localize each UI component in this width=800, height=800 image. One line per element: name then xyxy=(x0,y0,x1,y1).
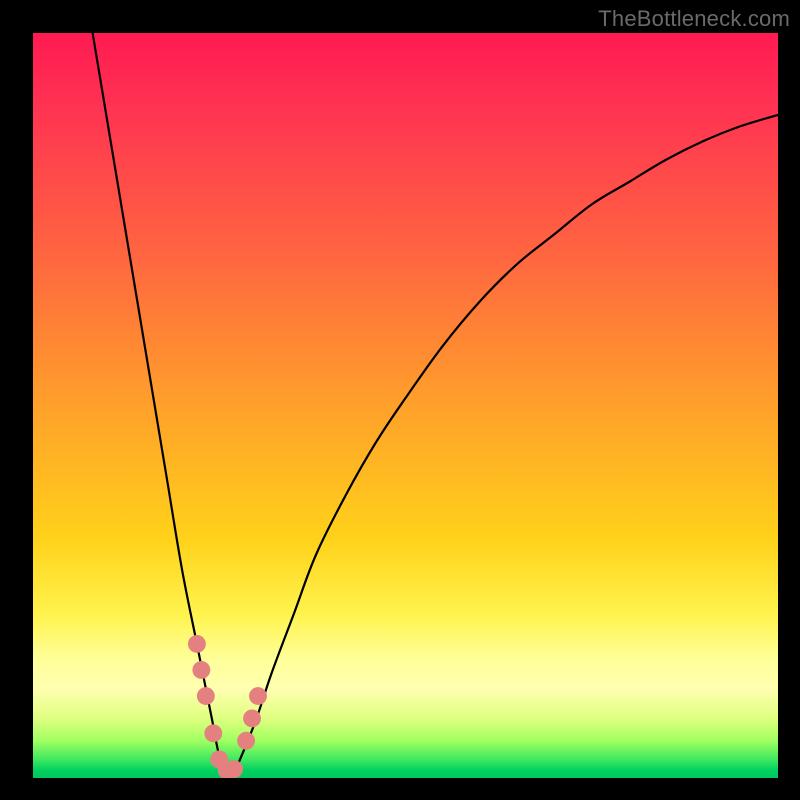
chart-frame: TheBottleneck.com xyxy=(0,0,800,800)
marker-dot xyxy=(249,687,267,705)
watermark-text: TheBottleneck.com xyxy=(598,6,790,32)
curve-layer xyxy=(33,33,778,778)
bottleneck-curve xyxy=(93,33,778,773)
marker-dot xyxy=(225,760,243,778)
plot-area xyxy=(33,33,778,778)
marker-dot xyxy=(204,724,222,742)
marker-dot xyxy=(243,709,261,727)
marker-dot xyxy=(237,732,255,750)
marker-dot xyxy=(197,687,215,705)
marker-dot xyxy=(188,635,206,653)
marker-dot xyxy=(192,661,210,679)
